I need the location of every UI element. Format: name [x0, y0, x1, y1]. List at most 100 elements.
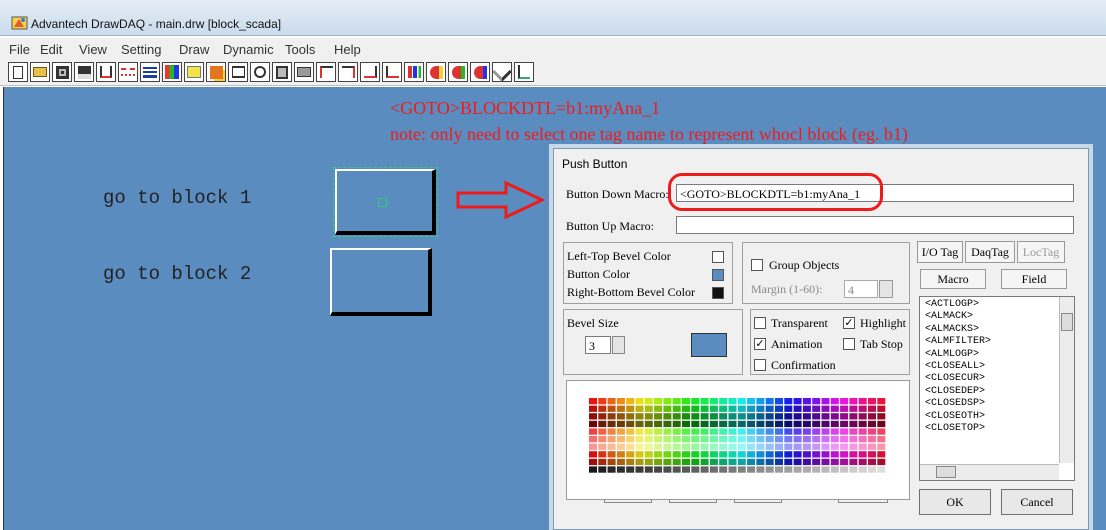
button-preview	[691, 333, 727, 357]
window-title: Advantech DrawDAQ - main.drw [block_scad…	[31, 17, 282, 31]
left-top-bevel-label: Left-Top Bevel Color	[567, 249, 671, 263]
menu-draw[interactable]: Draw	[179, 42, 209, 57]
selection-handle[interactable]	[378, 198, 387, 207]
scrollbar-thumb[interactable]	[1061, 313, 1073, 331]
new-icon[interactable]	[8, 62, 28, 82]
subtab-field[interactable]: Field	[1001, 269, 1067, 289]
macro-list-items: <ACTLOGP> <ALMACK> <ALMACKS> <ALMFILTER>…	[925, 299, 1055, 435]
margin-value: 4	[848, 283, 854, 297]
dynamic-1-icon[interactable]	[426, 62, 446, 82]
app-icon	[11, 16, 28, 30]
cancel-button[interactable]: Cancel	[1001, 489, 1073, 515]
open-icon[interactable]	[30, 62, 50, 82]
tab-daq-tag[interactable]: DaqTag	[965, 241, 1015, 263]
arrange-icon[interactable]	[206, 62, 226, 82]
tab-loc-tag[interactable]: LocTag	[1017, 241, 1065, 263]
button-up-label: Button Up Macro:	[566, 219, 654, 233]
hscrollbar-thumb[interactable]	[936, 466, 956, 478]
right-bottom-bevel-swatch[interactable]	[712, 287, 724, 299]
left-top-bevel-swatch[interactable]	[712, 251, 724, 263]
confirmation-checkbox[interactable]	[754, 359, 766, 371]
list-item[interactable]: <ALMACKS>	[925, 324, 1055, 336]
animation-label: Animation	[771, 337, 823, 351]
ok-button[interactable]: OK	[919, 489, 991, 515]
pointer-icon[interactable]	[514, 62, 534, 82]
list-item[interactable]: <CLOSEOTH>	[925, 411, 1055, 423]
dialog-title: Push Button	[562, 157, 628, 171]
group-objects-label: Group Objects	[769, 258, 840, 272]
list-item[interactable]: <CLOSECUR>	[925, 373, 1055, 385]
margin-field[interactable]: 4	[844, 280, 878, 298]
list-item[interactable]: <CLOSEDSP>	[925, 398, 1055, 410]
title-bar: Advantech DrawDAQ - main.drw [block_scad…	[0, 0, 1106, 36]
palette-grid[interactable]	[589, 398, 889, 476]
button-color-label: Button Color	[567, 267, 631, 281]
arrow-icon	[456, 180, 546, 220]
cut-icon[interactable]	[96, 62, 116, 82]
annotation-note-text: note: only need to select one tag name t…	[390, 124, 908, 144]
fill-color-icon[interactable]	[162, 62, 182, 82]
tab-io-tag[interactable]: I/O Tag	[917, 241, 963, 263]
list-item[interactable]: <ALMLOGP>	[925, 349, 1055, 361]
toolbar	[0, 60, 1106, 86]
menu-tools[interactable]: Tools	[285, 42, 315, 57]
menu-dynamic[interactable]: Dynamic	[223, 42, 274, 57]
align-bottom-icon[interactable]	[382, 62, 402, 82]
confirmation-label: Confirmation	[771, 358, 836, 372]
color-palette[interactable]	[566, 380, 910, 500]
block1-label: go to block 1	[103, 187, 252, 209]
highlight-ellipse	[668, 173, 883, 211]
line-width-icon[interactable]	[140, 62, 160, 82]
list-item[interactable]: <ACTLOGP>	[925, 299, 1055, 311]
animation-checkbox[interactable]: ✓	[754, 338, 766, 350]
button-color-swatch[interactable]	[712, 269, 724, 281]
annotation-macro-text: <GOTO>BLOCKDTL=b1:myAna_1	[390, 98, 661, 118]
bevel-size-spinner[interactable]	[612, 336, 625, 354]
highlight-label: Highlight	[860, 316, 907, 330]
line-style-icon[interactable]	[118, 62, 138, 82]
right-bottom-bevel-label: Right-Bottom Bevel Color	[567, 285, 695, 299]
dynamic-3-icon[interactable]	[470, 62, 490, 82]
push-button-block2[interactable]	[330, 248, 432, 316]
canvas-ruler	[0, 87, 4, 530]
horizontal-scrollbar[interactable]	[920, 464, 1059, 480]
list-item[interactable]: <CLOSEALL>	[925, 361, 1055, 373]
vertical-scrollbar[interactable]	[1059, 297, 1074, 463]
transparent-checkbox[interactable]	[754, 317, 766, 329]
list-item[interactable]: <ALMFILTER>	[925, 336, 1055, 348]
menu-edit[interactable]: Edit	[40, 42, 62, 57]
chart-icon[interactable]	[404, 62, 424, 82]
highlight-checkbox[interactable]: ✓	[843, 317, 855, 329]
bevel-size-field[interactable]: 3	[585, 336, 611, 354]
menu-setting[interactable]: Setting	[121, 42, 161, 57]
save-as-icon[interactable]	[74, 62, 94, 82]
margin-label: Margin (1-60):	[751, 282, 823, 296]
block2-label: go to block 2	[103, 263, 252, 285]
group-objects-checkbox[interactable]	[751, 259, 763, 271]
bevel-size-value: 3	[589, 339, 595, 353]
subtab-macro[interactable]: Macro	[920, 269, 986, 289]
list-item[interactable]: <ALMACK>	[925, 311, 1055, 323]
tab-stop-checkbox[interactable]	[843, 338, 855, 350]
button-up-field[interactable]	[676, 216, 1074, 234]
macro-list[interactable]: <ACTLOGP> <ALMACK> <ALMACKS> <ALMFILTER>…	[919, 296, 1075, 481]
menu-view[interactable]: View	[79, 42, 107, 57]
list-item[interactable]: <CLOSEDEP>	[925, 386, 1055, 398]
text-icon[interactable]	[184, 62, 204, 82]
list-item[interactable]: <CLOSETOP>	[925, 423, 1055, 435]
properties-icon[interactable]	[272, 62, 292, 82]
button-down-label: Button Down Macro:	[566, 187, 669, 201]
align-right-icon[interactable]	[338, 62, 358, 82]
group-icon[interactable]	[228, 62, 248, 82]
menu-help[interactable]: Help	[334, 42, 361, 57]
margin-spinner[interactable]	[879, 280, 893, 298]
tools-icon[interactable]	[492, 62, 512, 82]
dynamic-2-icon[interactable]	[448, 62, 468, 82]
align-left-icon[interactable]	[316, 62, 336, 82]
menu-file[interactable]: File	[9, 42, 30, 57]
print-icon[interactable]	[294, 62, 314, 82]
align-top-icon[interactable]	[360, 62, 380, 82]
bevel-size-label: Bevel Size	[567, 316, 619, 330]
save-icon[interactable]	[52, 62, 72, 82]
refresh-icon[interactable]	[250, 62, 270, 82]
